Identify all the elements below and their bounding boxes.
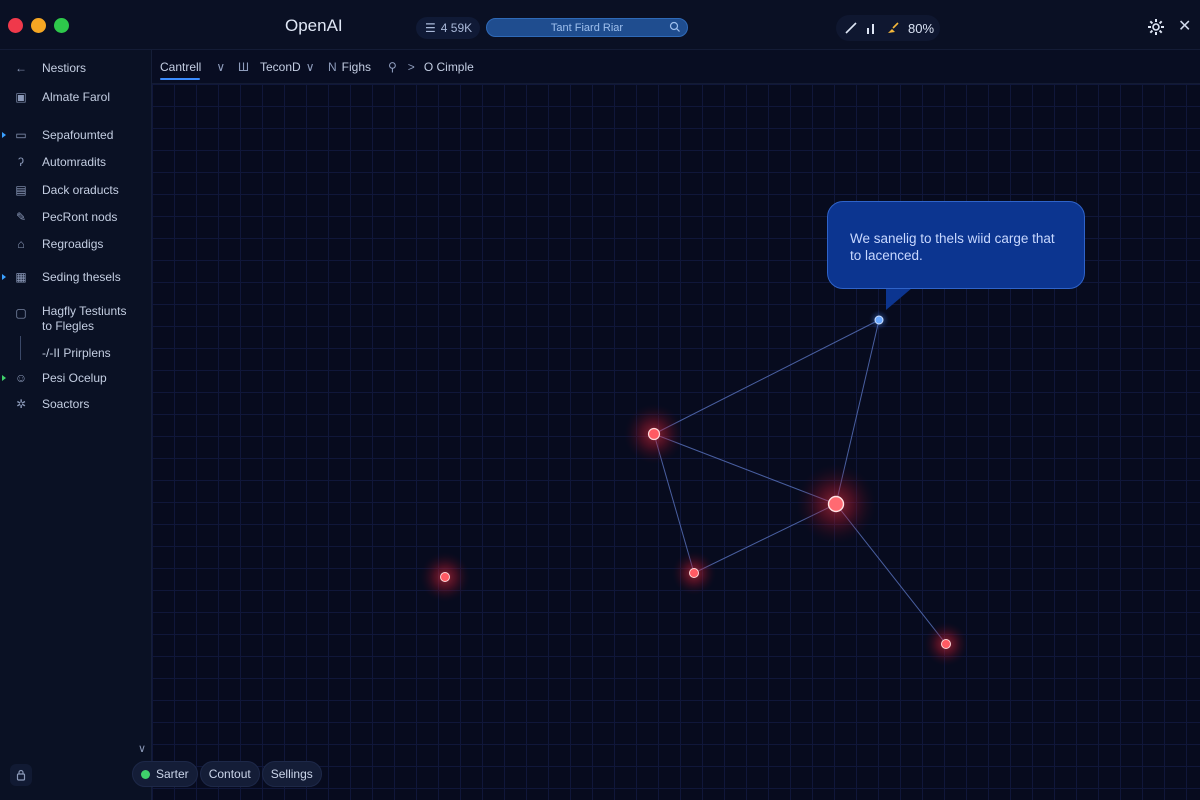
title-bar: OpenAI ☰ 4 59K 80% [0,0,1200,50]
sidebar-item-label: Seding thesels [42,269,121,284]
window-controls [8,18,69,33]
pin-icon: ʔ [18,155,24,169]
bottom-actions: Sarter Contout Sellings [132,761,322,787]
status-pill[interactable]: 80% [836,15,940,41]
sidebar: ← Nestiors ▣ Almate Farol ▭ Sepafoumted … [0,50,152,800]
sidebar-item-regroadigs[interactable]: ⌂ Regroadigs [0,233,152,255]
sidebar-item-seding-thesels[interactable]: ▦ Seding thesels [0,266,152,288]
toolbar-item-label: Fighs [341,60,372,74]
gear-icon: ✲ [15,397,27,411]
toolbar-item-cimple[interactable]: ⚲ > O Cimple [388,60,474,74]
sidebar-item-label: Soactors [42,396,90,411]
monitor-icon: ▭ [15,128,27,142]
expand-marker-icon[interactable] [2,375,6,381]
sidebar-item-label: Sepafoumted [42,127,114,142]
sidebar-item-soactors[interactable]: ✲ Soactors [0,393,152,415]
chevron-down-icon: ∨ [305,60,315,74]
sidebar-item-label: Regroadigs [42,236,104,251]
sidebar-item-label: -/-II Prirplens [42,345,111,360]
settings-button[interactable]: Sellings [261,761,322,787]
status-dot-icon [141,769,150,779]
graph-node-accent[interactable] [869,310,889,330]
toolbar-item-fighs[interactable]: N Fighs [328,60,371,74]
sidebar-item-label: Almate Farol [42,89,111,104]
lock-icon[interactable] [10,764,32,786]
tooltip-tail [886,288,912,310]
sidebar-item-hagfly[interactable]: ▢ Hagfly Testiunts to Flegles [0,302,152,336]
toolbar: Cantrell ∨ Ш TeconD ∨ N Fighs ⚲ > O Cimp… [152,50,1200,84]
sidebar-item-automradits[interactable]: ʔ Automradits [0,151,152,173]
battery-percentage: 80% [908,20,935,36]
image-icon: ▣ [15,90,27,104]
expand-marker-icon[interactable] [2,132,6,138]
list-icon: ☰ [425,21,436,35]
start-button-label: Sarter [156,767,189,781]
chevron-down-icon[interactable]: ∨ [138,742,146,755]
sidebar-item-pesi-ocelup[interactable]: ☺ Pesi Ocelup [0,367,152,389]
graph-node-hub[interactable] [796,464,876,544]
search-icon[interactable] [669,21,681,33]
graph-canvas[interactable]: We sanelig to thels wiid carge that to l… [152,84,1200,800]
toolbar-item-label: Cantrell [160,60,202,74]
search-bar[interactable] [486,18,688,37]
sidebar-item-label: Dack oraducts [42,182,119,197]
node-tooltip: We sanelig to thels wiid carge that to l… [827,201,1085,289]
sidebar-item-label: Automradits [42,154,107,169]
sidebar-item-label: Hagfly Testiunts [42,304,127,318]
sidebar-item-pecront-nods[interactable]: ✎ PecRont nods [0,206,152,228]
brush-icon[interactable] [886,21,900,35]
calendar-icon: ▦ [15,270,27,284]
sidebar-item-sepafoumted[interactable]: ▭ Sepafoumted [0,124,152,146]
sidebar-item-label-line2: to Flegles [42,319,95,333]
sidebar-item-label: Nestiors [42,60,87,75]
close-icon[interactable]: ✕ [1178,16,1191,36]
graph-node[interactable] [924,622,968,666]
app-window: OpenAI ☰ 4 59K 80% [0,0,1200,800]
toolbar-item-label: TeconD [260,60,301,74]
pencil-icon[interactable] [844,21,858,35]
document-icon: ▤ [15,183,27,197]
folder-icon: ▢ [15,306,27,320]
graph-node[interactable] [672,551,716,595]
pen-icon: ✎ [15,210,27,224]
minimize-window-button[interactable] [31,18,46,33]
counter-value: 4 59K [440,21,473,35]
contout-button[interactable]: Contout [199,761,260,787]
active-tab-indicator [160,78,200,80]
wrench-icon: ⚲ [388,60,397,74]
graph-node[interactable] [624,404,684,464]
toolbar-item-prefix: N [328,60,337,74]
chevron-right-icon: > [407,60,415,74]
house-icon: ⌂ [17,237,25,251]
app-title: OpenAI [285,16,343,35]
search-input[interactable] [512,21,662,34]
maximize-window-button[interactable] [54,18,69,33]
smiley-icon: ☺ [14,371,28,385]
arrow-left-icon: ← [15,61,27,75]
graph-node-isolated[interactable] [420,552,470,602]
sidebar-item-back[interactable]: ← Nestiors [0,57,152,79]
chevron-down-icon: ∨ [216,60,226,74]
counter-badge[interactable]: ☰ 4 59K [416,17,480,39]
toolbar-dropdown-tecond[interactable]: Ш TeconD ∨ [238,60,314,74]
sidebar-item-label: Pesi Ocelup [42,370,107,385]
toolbar-dropdown-cantrell[interactable]: Cantrell ∨ [160,60,225,74]
sidebar-item-almate[interactable]: ▣ Almate Farol [0,86,152,108]
sidebar-item-prirplens[interactable]: -/-II Prirplens [0,342,152,364]
sidebar-item-label: PecRont nods [42,209,118,224]
signal-icon[interactable] [866,21,878,35]
network-graph[interactable] [152,84,1200,800]
start-button[interactable]: Sarter [132,761,198,787]
toolbar-item-label: O Cimple [423,60,474,74]
sidebar-item-dack-oraducts[interactable]: ▤ Dack oraducts [0,179,152,201]
close-window-button[interactable] [8,18,23,33]
expand-marker-icon[interactable] [2,274,6,280]
columns-icon: Ш [238,60,249,74]
settings-gear-icon[interactable] [1147,18,1165,36]
graph-edges [653,319,947,645]
graph-edge [653,319,880,435]
